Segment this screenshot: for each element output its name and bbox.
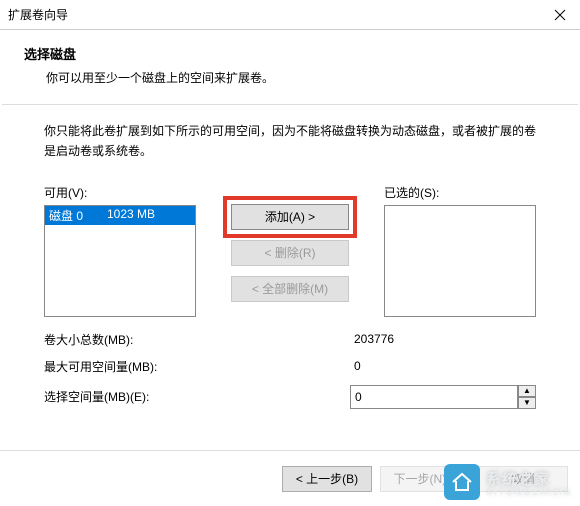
disk-lists-row: 可用(V): 磁盘 0 1023 MB 添加(A) > < 删除(R) < 全部… [44, 184, 536, 317]
spinner-up-button[interactable]: ▲ [518, 385, 536, 397]
wizard-description: 你可以用至少一个磁盘上的空间来扩展卷。 [24, 63, 556, 96]
total-value: 203776 [350, 332, 536, 346]
total-label: 卷大小总数(MB): [44, 331, 350, 348]
max-label: 最大可用空间量(MB): [44, 358, 350, 375]
back-button[interactable]: < 上一步(B) [282, 466, 372, 492]
spinner-down-button[interactable]: ▼ [518, 397, 536, 409]
window-title: 扩展卷向导 [8, 6, 540, 23]
close-icon [554, 9, 566, 21]
remove-all-button: < 全部删除(M) [231, 276, 349, 302]
remove-button: < 删除(R) [231, 240, 349, 266]
select-spinner: ▲ ▼ [350, 385, 536, 409]
fields-area: 卷大小总数(MB): 203776 最大可用空间量(MB): 0 选择空间量(M… [44, 331, 536, 409]
wizard-nav-bar: < 上一步(B) 下一步(N) > 取消 [0, 450, 580, 506]
transfer-buttons: 添加(A) > < 删除(R) < 全部删除(M) [196, 184, 384, 302]
selected-label: 已选的(S): [384, 184, 536, 201]
selected-column: 已选的(S): [384, 184, 536, 317]
available-column: 可用(V): 磁盘 0 1023 MB [44, 184, 196, 317]
max-value: 0 [350, 359, 536, 373]
spinner-buttons: ▲ ▼ [518, 385, 536, 409]
next-button[interactable]: 下一步(N) > [380, 466, 470, 492]
selected-listbox[interactable] [384, 205, 536, 317]
wizard-heading: 选择磁盘 [24, 44, 556, 63]
available-label: 可用(V): [44, 184, 196, 201]
list-item-disk: 磁盘 0 [49, 207, 107, 224]
add-button[interactable]: 添加(A) > [231, 204, 349, 230]
total-row: 卷大小总数(MB): 203776 [44, 331, 536, 348]
select-label: 选择空间量(MB)(E): [44, 388, 350, 405]
available-listbox[interactable]: 磁盘 0 1023 MB [44, 205, 196, 317]
cancel-button[interactable]: 取消 [478, 466, 568, 492]
list-item-size: 1023 MB [107, 207, 155, 224]
close-button[interactable] [540, 0, 580, 30]
select-row: 选择空间量(MB)(E): ▲ ▼ [44, 385, 536, 409]
wizard-header: 选择磁盘 你可以用至少一个磁盘上的空间来扩展卷。 [0, 30, 580, 104]
notice-text: 你只能将此卷扩展到如下所示的可用空间，因为不能将磁盘转换为动态磁盘，或者被扩展的… [44, 121, 536, 162]
list-item[interactable]: 磁盘 0 1023 MB [45, 206, 195, 225]
max-row: 最大可用空间量(MB): 0 [44, 358, 536, 375]
select-amount-input[interactable] [350, 385, 518, 409]
titlebar: 扩展卷向导 [0, 0, 580, 30]
content-area: 你只能将此卷扩展到如下所示的可用空间，因为不能将磁盘转换为动态磁盘，或者被扩展的… [0, 105, 580, 427]
